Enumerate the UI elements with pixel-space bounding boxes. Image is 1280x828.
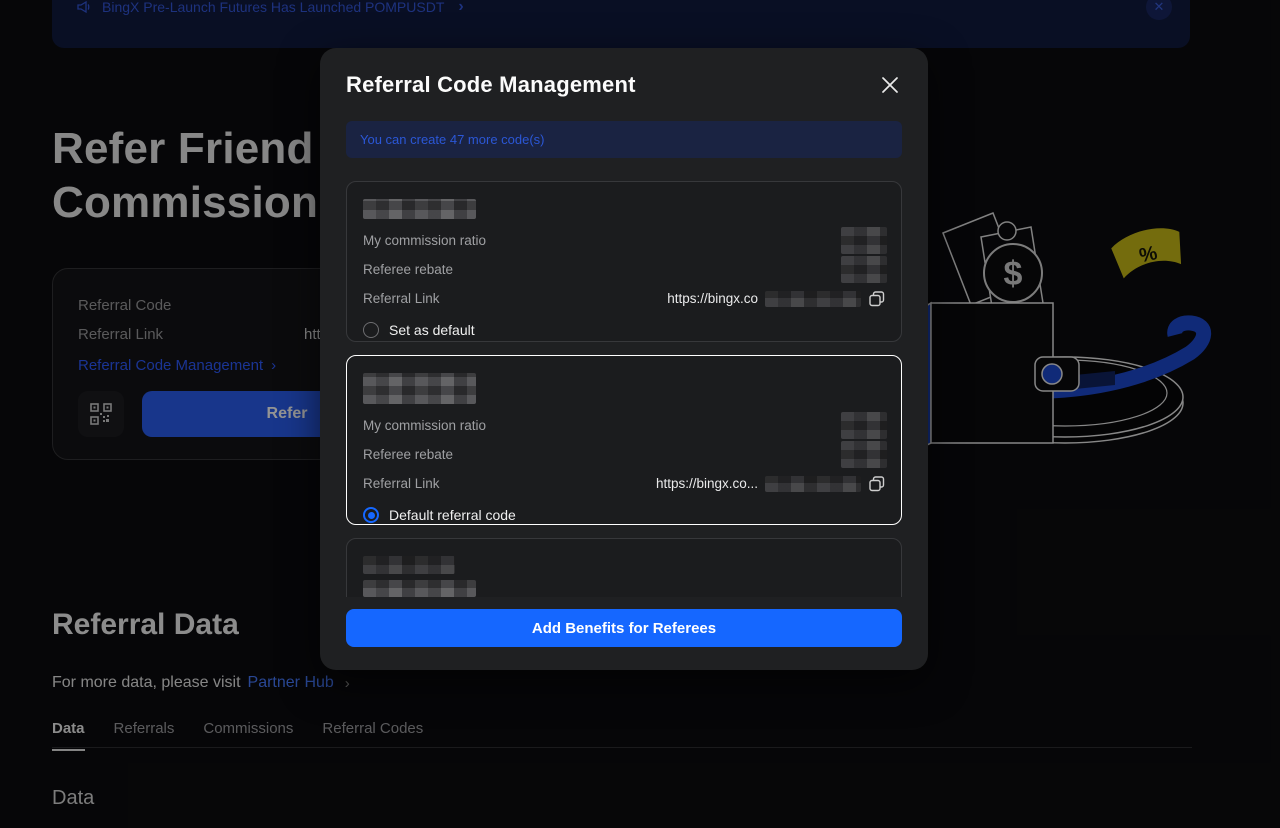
blurred-code-name bbox=[363, 373, 476, 404]
referee-rebate-label: Referee rebate bbox=[363, 262, 453, 277]
referral-link-label: Referral Link bbox=[363, 476, 440, 491]
referral-code-item-3 bbox=[346, 538, 902, 597]
commission-ratio-label: My commission ratio bbox=[363, 418, 486, 433]
referral-code-management-modal: Referral Code Management You can create … bbox=[320, 48, 928, 670]
referral-codes-list[interactable]: My commission ratio Referee rebate Refer… bbox=[346, 181, 902, 597]
blurred-rebate-value bbox=[841, 441, 887, 468]
blurred-commission-value bbox=[841, 227, 887, 254]
codes-remaining-notice: You can create 47 more code(s) bbox=[346, 121, 902, 158]
copy-icon[interactable] bbox=[868, 475, 885, 492]
default-referral-code-radio[interactable]: Default referral code bbox=[363, 502, 885, 528]
copy-icon[interactable] bbox=[868, 290, 885, 307]
blurred-commission-value bbox=[841, 412, 887, 439]
referral-link-label: Referral Link bbox=[363, 291, 440, 306]
blurred-code-name bbox=[363, 199, 476, 219]
blurred-link-segment bbox=[765, 476, 861, 492]
blurred-code-name bbox=[363, 556, 455, 574]
blurred-rebate-value bbox=[841, 256, 887, 283]
add-benefits-button[interactable]: Add Benefits for Referees bbox=[346, 609, 902, 647]
referral-code-item-2: My commission ratio Referee rebate Refer… bbox=[346, 355, 902, 525]
commission-ratio-label: My commission ratio bbox=[363, 233, 486, 248]
radio-checked-icon bbox=[363, 507, 379, 523]
radio-unchecked-icon bbox=[363, 322, 379, 338]
set-as-default-radio[interactable]: Set as default bbox=[363, 317, 885, 343]
close-icon[interactable] bbox=[878, 73, 902, 97]
modal-title: Referral Code Management bbox=[346, 72, 636, 98]
referral-link-value: https://bingx.co bbox=[667, 291, 758, 306]
referral-code-item-1: My commission ratio Referee rebate Refer… bbox=[346, 181, 902, 342]
blurred-link-segment bbox=[765, 291, 861, 307]
referral-link-value: https://bingx.co... bbox=[656, 476, 758, 491]
blurred-code-name bbox=[363, 580, 476, 597]
referee-rebate-label: Referee rebate bbox=[363, 447, 453, 462]
